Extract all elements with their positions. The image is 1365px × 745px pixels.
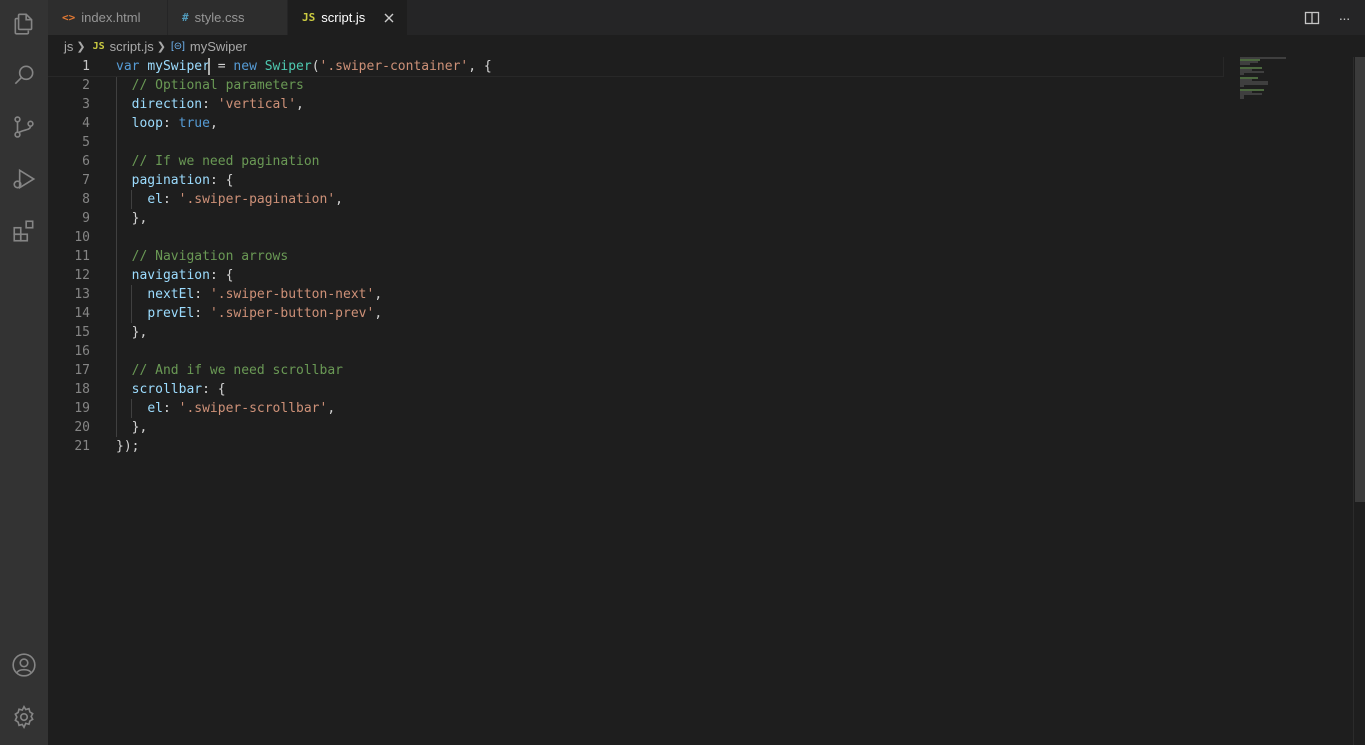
close-icon — [384, 13, 394, 22]
html-file-icon: <> — [62, 11, 76, 24]
code-editor[interactable]: 1 2 3 4 5 6 7 8 9 10 11 12 13 14 15 16 17 18 19 20 21 var my… — [48, 57, 1353, 745]
code-area[interactable]: var mySwiper = new Swiper('.swiper-conta… — [48, 57, 1224, 456]
editor-tab-strip: <> index.html # style.css JS script.js ·… — [48, 0, 1365, 35]
code-line: loop: true, — [131, 116, 218, 131]
minimap[interactable] — [1240, 57, 1350, 107]
search-icon — [14, 65, 34, 85]
tab-label: script.js — [321, 10, 366, 25]
tab-label: index.html — [81, 10, 141, 25]
line-number: 18 — [74, 382, 90, 397]
line-number: 20 — [74, 420, 90, 435]
breadcrumb-folder[interactable]: js — [64, 39, 73, 54]
breadcrumb-folder-label: js — [64, 38, 74, 54]
line-number: 9 — [82, 211, 90, 226]
code-line: }, — [131, 325, 148, 340]
code-line: nextEl: '.swiper-button-next', — [147, 287, 383, 302]
line-number: 17 — [74, 363, 90, 378]
vertical-scrollbar[interactable] — [1353, 57, 1365, 745]
line-number: 3 — [82, 97, 90, 112]
accounts-button[interactable] — [0, 641, 48, 689]
code-line: navigation: { — [131, 268, 234, 283]
line-number: 2 — [82, 78, 90, 93]
js-file-icon: JS — [302, 11, 316, 24]
breadcrumb-file-label: script.js — [109, 38, 154, 54]
scrollbar-thumb[interactable] — [1355, 57, 1365, 502]
source-control-icon — [14, 116, 34, 138]
code-line: // If we need pagination — [131, 154, 320, 169]
code-line: direction: 'vertical', — [131, 97, 304, 112]
explorer-button[interactable] — [0, 0, 48, 48]
breadcrumb-symbol[interactable]: [⊝] mySwiper — [169, 39, 247, 54]
code-line: }); — [116, 439, 140, 454]
tab-index-html[interactable]: <> index.html — [48, 0, 168, 35]
tab-script-js[interactable]: JS script.js — [288, 0, 408, 35]
breadcrumb: js ❯ JS script.js ❯ [⊝] mySwiper — [48, 35, 1365, 57]
line-number: 14 — [74, 306, 90, 321]
search-button[interactable] — [0, 51, 48, 99]
line-number: 6 — [82, 154, 90, 169]
line-number: 16 — [74, 344, 90, 359]
line-number: 4 — [82, 116, 90, 131]
files-icon — [14, 13, 33, 35]
breadcrumb-file[interactable]: JS script.js — [89, 39, 154, 54]
split-editor-button[interactable] — [1303, 9, 1321, 27]
line-number: 8 — [82, 192, 90, 207]
css-file-icon: # — [182, 11, 189, 24]
more-actions-icon: ··· — [1338, 9, 1351, 26]
more-actions-button[interactable]: ··· — [1335, 9, 1353, 27]
extensions-icon — [13, 220, 34, 242]
code-line: var mySwiper = new Swiper('.swiper-conta… — [48, 57, 1224, 77]
breadcrumb-symbol-label: mySwiper — [189, 38, 247, 54]
split-editor-icon — [1304, 11, 1320, 24]
line-number: 19 — [74, 401, 90, 416]
tab-label: style.css — [194, 10, 245, 25]
run-debug-button[interactable] — [0, 155, 48, 203]
line-number: 10 — [74, 230, 90, 245]
line-number: 5 — [82, 135, 90, 150]
chevron-right-icon: ❯ — [76, 40, 86, 53]
run-debug-icon — [13, 168, 36, 190]
code-line: prevEl: '.swiper-button-prev', — [147, 306, 383, 321]
line-number: 11 — [74, 249, 90, 264]
extensions-button[interactable] — [0, 207, 48, 255]
line-number: 12 — [74, 268, 90, 283]
tab-style-css[interactable]: # style.css — [168, 0, 288, 35]
editor-actions: ··· — [1303, 0, 1353, 35]
line-number: 13 — [74, 287, 90, 302]
code-line: // Navigation arrows — [131, 249, 289, 264]
line-number: 21 — [74, 439, 90, 454]
code-line: pagination: { — [131, 173, 234, 188]
line-number: 7 — [82, 173, 90, 188]
source-control-button[interactable] — [0, 103, 48, 151]
activity-bar — [0, 0, 48, 745]
code-line: }, — [131, 211, 148, 226]
code-line: // Optional parameters — [131, 78, 304, 93]
line-number: 15 — [74, 325, 90, 340]
chevron-right-icon: ❯ — [156, 40, 166, 53]
code-line: }, — [131, 420, 148, 435]
close-tab-button[interactable] — [381, 10, 397, 26]
gear-icon — [14, 705, 34, 730]
account-icon — [12, 653, 36, 677]
text-cursor — [208, 58, 210, 75]
code-line: el: '.swiper-scrollbar', — [147, 401, 336, 416]
code-line: el: '.swiper-pagination', — [147, 192, 343, 207]
code-line: scrollbar: { — [131, 382, 226, 397]
line-number-gutter: 1 2 3 4 5 6 7 8 9 10 11 12 13 14 15 16 17 18 19 20 21 — [48, 57, 108, 456]
code-line: // And if we need scrollbar — [131, 363, 343, 378]
variable-symbol-icon: [⊝] — [170, 40, 185, 52]
js-file-icon: JS — [92, 40, 105, 52]
settings-button[interactable] — [0, 693, 48, 741]
